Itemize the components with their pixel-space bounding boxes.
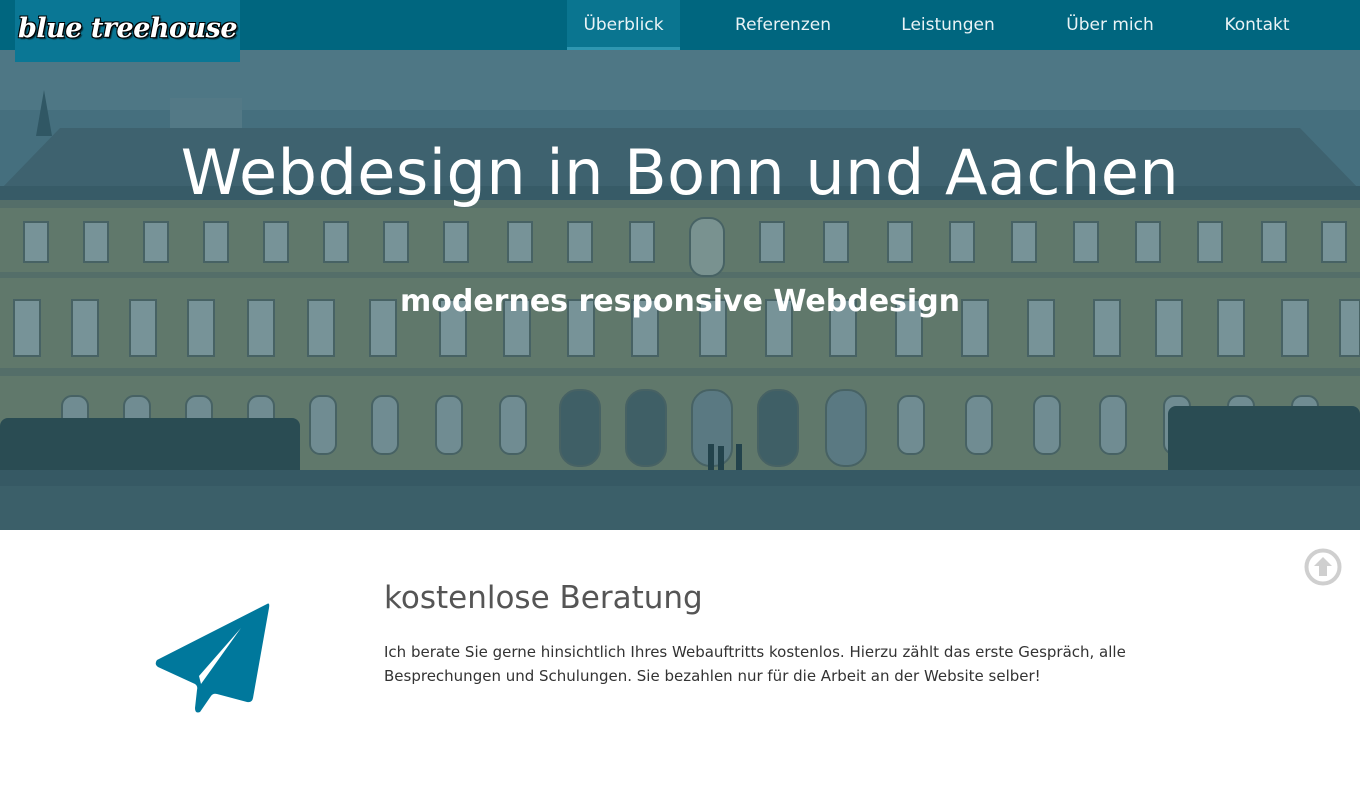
nav-item-kontakt[interactable]: Kontakt <box>1210 0 1304 50</box>
hero-subtitle: modernes responsive Webdesign <box>399 284 961 319</box>
paper-plane-icon <box>155 603 270 713</box>
hero-title: Webdesign in Bonn und Aachen <box>180 136 1180 209</box>
nav-item-ueberblick[interactable]: Überblick <box>567 0 680 50</box>
logo-text: blue treehouse <box>17 12 238 44</box>
logo[interactable]: blue treehouse <box>15 0 240 62</box>
page: Überblick Referenzen Leistungen Über mic… <box>0 0 1360 804</box>
hero-section: Webdesign in Bonn und Aachen modernes re… <box>0 50 1360 530</box>
arrow-up-circle-icon[interactable] <box>1304 548 1342 586</box>
nav-item-leistungen[interactable]: Leistungen <box>888 0 1008 50</box>
nav-item-referenzen[interactable]: Referenzen <box>722 0 844 50</box>
feature-text: Ich berate Sie gerne hinsichtlich Ihres … <box>384 643 1126 685</box>
nav-item-ueber-mich[interactable]: Über mich <box>1052 0 1168 50</box>
feature-title: kostenlose Beratung <box>384 580 703 616</box>
